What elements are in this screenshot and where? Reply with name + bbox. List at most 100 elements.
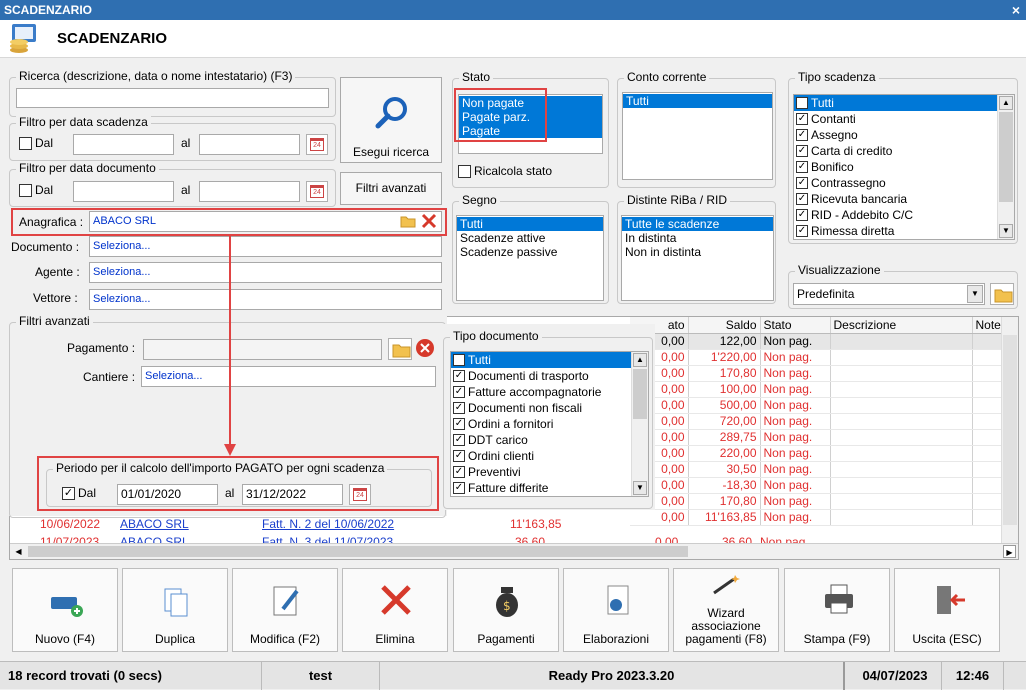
agente-input[interactable]: Seleziona... [89, 262, 442, 283]
pagamento-input[interactable] [143, 339, 382, 360]
scroll-right-icon[interactable]: ▶ [1003, 545, 1016, 558]
checkbox[interactable]: ✓ [453, 482, 465, 494]
checkbox[interactable]: ✓ [453, 402, 465, 414]
column-header[interactable]: Descrizione [830, 317, 973, 334]
checkbox[interactable]: ✓ [796, 161, 808, 173]
filtro-documento-checkbox[interactable] [19, 184, 32, 197]
tipo-scadenza-item[interactable]: ✓ Ricevuta bancaria [794, 191, 1014, 207]
table-row[interactable]: 0,00 1'220,00 Non pag. [630, 349, 1011, 366]
calendar-icon[interactable]: 24 [349, 484, 371, 505]
tipo-documento-listbox[interactable]: ✓ Tutti ✓ Documenti di trasporto ✓ Fatture ac… [450, 351, 649, 497]
column-header[interactable]: Stato [760, 317, 831, 334]
checkbox[interactable]: ✓ [453, 370, 465, 382]
table-row[interactable]: 0,00 -18,30 Non pag. [630, 477, 1011, 494]
scroll-thumb[interactable] [999, 112, 1013, 202]
scroll-down-icon[interactable]: ▼ [999, 224, 1013, 238]
periodo-to-input[interactable]: 31/12/2022 [242, 484, 343, 505]
scrollbar[interactable]: ▲ ▼ [631, 352, 648, 496]
folder-icon[interactable] [990, 283, 1014, 305]
distinte-item[interactable]: Non in distinta [622, 245, 773, 259]
chevron-down-icon[interactable]: ▼ [967, 285, 983, 303]
vettore-input[interactable]: Seleziona... [89, 289, 442, 310]
segno-item[interactable]: Scadenze passive [457, 245, 603, 259]
checkbox[interactable]: ✓ [796, 113, 808, 125]
checkbox[interactable]: ✓ [453, 418, 465, 430]
tipo-scadenza-listbox[interactable]: ✓ Tutti ✓ Contanti ✓ Assegno ✓ Carta di credito… [793, 94, 1015, 240]
tipo-documento-item[interactable]: ✓ Fatture accompagnatorie [451, 384, 648, 400]
tipo-documento-item[interactable]: ✓ Documenti non fiscali [451, 400, 648, 416]
filtri-avanzati-button[interactable]: Filtri avanzati [340, 172, 442, 205]
tipo-scadenza-item[interactable]: ✓ RID - Addebito C/C [794, 207, 1014, 223]
remove-icon[interactable] [415, 338, 435, 358]
tipo-documento-item[interactable]: ✓ Ordini clienti [451, 448, 648, 464]
table-row[interactable]: 0,00 500,00 Non pag. [630, 397, 1011, 414]
uscita-button[interactable]: Uscita (ESC) [894, 568, 1000, 652]
checkbox[interactable]: ✓ [796, 145, 808, 157]
scroll-thumb[interactable] [633, 369, 647, 419]
scrollbar[interactable]: ▲ ▼ [997, 95, 1014, 239]
periodo-from-input[interactable]: 01/01/2020 [117, 484, 218, 505]
table-row[interactable]: 0,00 30,50 Non pag. [630, 461, 1011, 478]
scroll-thumb[interactable] [28, 546, 688, 557]
scroll-left-icon[interactable]: ◀ [12, 545, 25, 558]
checkbox[interactable]: ✓ [453, 386, 465, 398]
wizard-button[interactable]: Wizard associazione pagamenti (F8) [673, 568, 779, 652]
filtro-scadenza-to-input[interactable] [199, 134, 300, 155]
cantiere-input[interactable]: Seleziona... [141, 366, 436, 387]
row-anagrafica[interactable]: ABACO SRL [120, 517, 189, 531]
checkbox[interactable]: ✓ [796, 193, 808, 205]
filtro-documento-to-input[interactable] [199, 181, 300, 202]
segno-listbox[interactable]: Tutti Scadenze attive Scadenze passive [456, 215, 604, 301]
table-row[interactable]: 0,00 100,00 Non pag. [630, 381, 1011, 398]
tipo-documento-item[interactable]: ✓ Ordini a fornitori [451, 416, 648, 432]
distinte-item[interactable]: Tutte le scadenze [622, 217, 773, 231]
checkbox[interactable]: ✓ [796, 97, 808, 109]
grid-hscrollbar[interactable]: ◀ ▶ [10, 543, 1018, 559]
tipo-scadenza-item[interactable]: ✓ Tutti [794, 95, 1014, 111]
tipo-scadenza-item[interactable]: ✓ Assegno [794, 127, 1014, 143]
filtro-scadenza-from-input[interactable] [73, 134, 174, 155]
tipo-scadenza-item[interactable]: ✓ Contrassegno [794, 175, 1014, 191]
checkbox[interactable]: ✓ [796, 177, 808, 189]
table-row[interactable]: 10/06/2022 ABACO SRL Fatt. N. 2 del 10/0… [10, 517, 630, 533]
search-input[interactable] [16, 88, 329, 108]
tipo-documento-item[interactable]: ✓ Fatture differite [451, 480, 648, 496]
tipo-documento-item[interactable]: ✓ Preventivi [451, 464, 648, 480]
table-row[interactable]: 0,00 289,75 Non pag. [630, 429, 1011, 446]
tipo-scadenza-item[interactable]: ✓ Bonifico [794, 159, 1014, 175]
row-documento[interactable]: Fatt. N. 2 del 10/06/2022 [262, 517, 394, 531]
table-row[interactable]: 0,00 220,00 Non pag. [630, 445, 1011, 462]
ricalcola-checkbox[interactable] [458, 165, 471, 178]
table-row[interactable]: 0,00 720,00 Non pag. [630, 413, 1011, 430]
visualizzazione-select[interactable]: Predefinita [793, 283, 985, 305]
folder-icon[interactable] [400, 214, 416, 228]
checkbox[interactable]: ✓ [796, 225, 808, 237]
distinte-listbox[interactable]: Tutte le scadenze In distinta Non in dis… [621, 215, 774, 301]
tipo-scadenza-item[interactable]: ✓ Carta di credito [794, 143, 1014, 159]
checkbox[interactable]: ✓ [453, 434, 465, 446]
tipo-documento-item[interactable]: ✓ Tutti [451, 352, 648, 368]
checkbox[interactable]: ✓ [453, 466, 465, 478]
checkbox[interactable]: ✓ [796, 129, 808, 141]
filtro-scadenza-checkbox[interactable] [19, 137, 32, 150]
column-header[interactable]: Saldo [688, 317, 761, 334]
segno-item[interactable]: Scadenze attive [457, 231, 603, 245]
pagamenti-button[interactable]: $ Pagamenti [453, 568, 559, 652]
checkbox[interactable]: ✓ [453, 354, 465, 366]
esegui-ricerca-button[interactable]: Esegui ricerca [340, 77, 442, 163]
scroll-down-icon[interactable]: ▼ [633, 481, 647, 495]
tipo-documento-item[interactable]: ✓ Documenti di trasporto [451, 368, 648, 384]
tipo-scadenza-item[interactable]: ✓ Contanti [794, 111, 1014, 127]
clear-icon[interactable] [421, 213, 437, 229]
elaborazioni-button[interactable]: Elaborazioni [563, 568, 669, 652]
calendar-icon[interactable]: 24 [306, 181, 328, 202]
segno-item[interactable]: Tutti [457, 217, 603, 231]
distinte-item[interactable]: In distinta [622, 231, 773, 245]
conto-listbox[interactable]: Tutti [622, 92, 773, 180]
elimina-button[interactable]: Elimina [342, 568, 448, 652]
documento-input[interactable]: Seleziona... [89, 236, 442, 257]
scroll-up-icon[interactable]: ▲ [999, 96, 1013, 110]
table-row[interactable]: 0,00 170,80 Non pag. [630, 365, 1011, 382]
folder-icon[interactable] [388, 338, 412, 360]
tipo-scadenza-item[interactable]: ✓ Rimessa diretta [794, 223, 1014, 239]
